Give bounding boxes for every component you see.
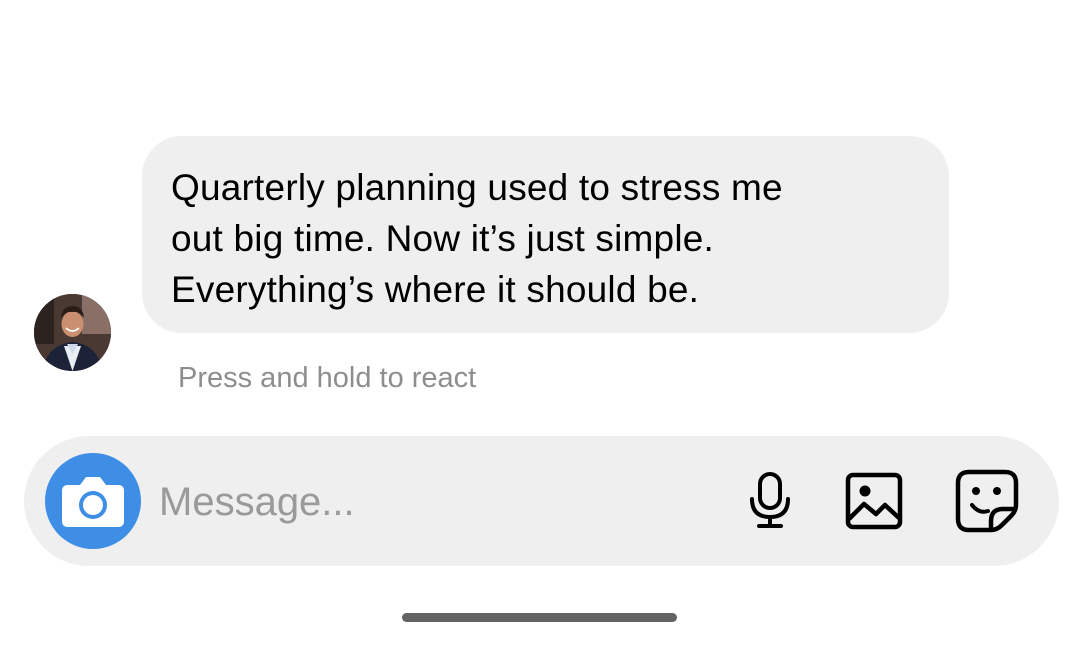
message-composer xyxy=(24,436,1059,566)
message-line: Quarterly planning used to stress me xyxy=(171,167,783,208)
microphone-icon xyxy=(750,472,790,528)
sticker-icon xyxy=(955,469,1019,533)
home-indicator[interactable] xyxy=(402,613,677,622)
message-bubble[interactable]: Quarterly planning used to stress me out… xyxy=(142,136,949,333)
photo-gallery-button[interactable] xyxy=(839,466,909,536)
camera-icon xyxy=(62,477,124,527)
voice-message-button[interactable] xyxy=(735,466,805,536)
sender-avatar[interactable] xyxy=(34,294,111,371)
react-hint: Press and hold to react xyxy=(178,362,477,394)
message-line: Everything’s where it should be. xyxy=(171,269,700,310)
message-input[interactable] xyxy=(159,471,719,533)
avatar-image xyxy=(34,294,111,371)
sticker-button[interactable] xyxy=(952,466,1022,536)
image-icon xyxy=(845,472,903,530)
message-line: out big time. Now it’s just simple. xyxy=(171,218,715,259)
camera-button[interactable] xyxy=(45,453,141,549)
message-text: Quarterly planning used to stress me out… xyxy=(171,162,921,315)
